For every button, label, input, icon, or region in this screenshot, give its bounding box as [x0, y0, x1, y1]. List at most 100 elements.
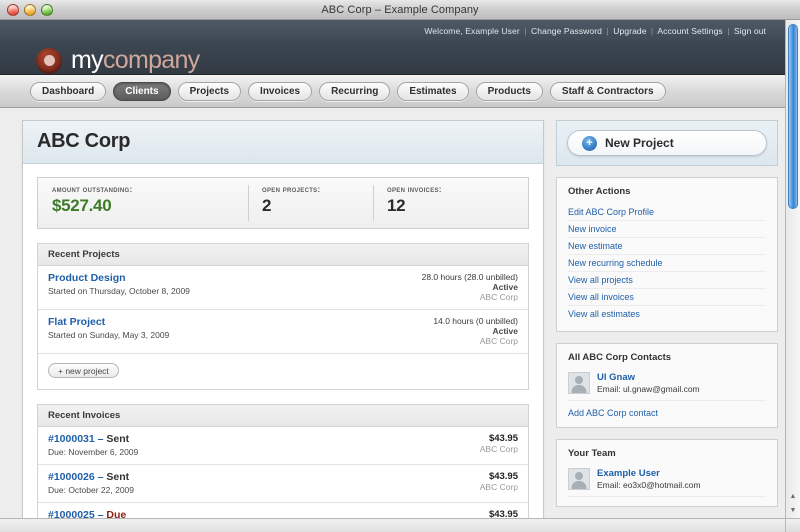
page-header: ABC Corp [23, 121, 543, 164]
tab-products[interactable]: Products [476, 82, 543, 101]
contacts-heading: All ABC Corp Contacts [568, 352, 766, 363]
tab-invoices[interactable]: Invoices [248, 82, 312, 101]
logo-circle-icon [36, 48, 62, 74]
stat-label: Amount Outstanding: [52, 185, 248, 194]
team-member-email: Email: eo3x0@hotmail.com [597, 480, 701, 490]
sign-out-link[interactable]: Sign out [734, 26, 766, 36]
new-estimate-link[interactable]: New estimate [568, 238, 766, 255]
team-heading: Your Team [568, 448, 766, 459]
project-start-date: Started on Sunday, May 3, 2009 [48, 330, 169, 340]
edit-client-profile-link[interactable]: Edit ABC Corp Profile [568, 204, 766, 221]
invoice-dash: – [98, 471, 104, 483]
stat-amount-outstanding: Amount Outstanding: $527.40 [38, 178, 248, 228]
project-status: Active [433, 326, 518, 336]
project-title[interactable]: Flat Project [48, 316, 169, 328]
tab-recurring[interactable]: Recurring [319, 82, 390, 101]
invoice-meta: $43.95 ABC Corp [480, 471, 518, 492]
app-chrome: Welcome, Example User | Change Password … [0, 20, 800, 532]
tab-projects[interactable]: Projects [178, 82, 241, 101]
account-settings-link[interactable]: Account Settings [657, 26, 722, 36]
window-title: ABC Corp – Example Company [0, 4, 800, 16]
project-link[interactable]: Flat Project [48, 316, 105, 328]
main-navigation: Dashboard Clients Projects Invoices Recu… [0, 75, 800, 108]
project-meta: 28.0 hours (28.0 unbilled) Active ABC Co… [422, 272, 518, 302]
new-project-box: + New Project [556, 120, 778, 166]
section-heading: Recent Invoices [38, 405, 528, 427]
contact-link[interactable]: Ul Gnaw [597, 372, 635, 383]
invoice-title[interactable]: #1000026 – Sent [48, 471, 134, 483]
new-project-small-button[interactable]: + new project [48, 363, 119, 378]
invoice-title[interactable]: #1000031 – Sent [48, 433, 138, 445]
view-all-invoices-link[interactable]: View all invoices [568, 289, 766, 306]
view-all-estimates-link[interactable]: View all estimates [568, 306, 766, 322]
new-invoice-link[interactable]: New invoice [568, 221, 766, 238]
upgrade-link[interactable]: Upgrade [613, 26, 646, 36]
link-separator: | [524, 26, 526, 36]
avatar [568, 372, 590, 394]
project-status: Active [422, 282, 518, 292]
contacts-panel: All ABC Corp Contacts Ul Gnaw Email: ul.… [556, 343, 778, 428]
contact-name[interactable]: Ul Gnaw [597, 372, 700, 383]
contact-details: Ul Gnaw Email: ul.gnaw@gmail.com [597, 372, 700, 394]
section-heading: Recent Projects [38, 244, 528, 266]
project-info: Flat Project Started on Sunday, May 3, 2… [48, 316, 169, 340]
tab-estimates[interactable]: Estimates [397, 82, 468, 101]
account-links: Welcome, Example User | Change Password … [424, 26, 766, 36]
tab-clients[interactable]: Clients [113, 82, 170, 101]
table-row[interactable]: Product Design Started on Thursday, Octo… [38, 266, 528, 310]
tab-staff-contractors[interactable]: Staff & Contractors [550, 82, 666, 101]
invoice-link[interactable]: #1000031 [48, 433, 95, 445]
application-window: ABC Corp – Example Company Welcome, Exam… [0, 0, 800, 532]
client-panel: ABC Corp Amount Outstanding: $527.40 Ope… [22, 120, 544, 532]
scrollbar-arrows[interactable]: ▲ ▼ [785, 490, 800, 518]
team-panel: Your Team Example User Email: eo3x0@hotm… [556, 439, 778, 507]
project-link[interactable]: Product Design [48, 272, 126, 284]
team-member-name[interactable]: Example User [597, 468, 701, 479]
recent-projects-section: Recent Projects Product Design Started o… [37, 243, 529, 390]
stat-open-invoices: Open Invoices: 12 [373, 178, 528, 228]
project-hours: 28.0 hours (28.0 unbilled) [422, 272, 518, 282]
section-footer: + new project [38, 354, 528, 390]
add-contact-link[interactable]: Add ABC Corp contact [568, 401, 766, 418]
scroll-up-arrow-icon[interactable]: ▲ [786, 490, 800, 504]
stat-value: 12 [387, 196, 528, 216]
stat-value: 2 [262, 196, 373, 216]
logo-text-company: company [103, 46, 200, 74]
vertical-scrollbar[interactable] [785, 20, 800, 518]
invoice-amount: $43.95 [480, 433, 518, 444]
company-logo[interactable]: mycompany [36, 46, 199, 75]
table-row[interactable]: #1000031 – Sent Due: November 6, 2009 $4… [38, 427, 528, 465]
logo-inner-dot-icon [44, 55, 55, 66]
new-project-button-label: New Project [605, 136, 674, 150]
stat-label: Open Projects: [262, 185, 373, 194]
invoice-info: #1000026 – Sent Due: October 22, 2009 [48, 471, 134, 495]
scroll-down-arrow-icon[interactable]: ▼ [786, 504, 800, 518]
project-hours: 14.0 hours (0 unbilled) [433, 316, 518, 326]
new-recurring-schedule-link[interactable]: New recurring schedule [568, 255, 766, 272]
stat-open-projects: Open Projects: 2 [248, 178, 373, 228]
list-item[interactable]: Example User Email: eo3x0@hotmail.com [568, 466, 766, 497]
status-badge: Sent [106, 433, 129, 445]
project-start-date: Started on Thursday, October 8, 2009 [48, 286, 190, 296]
project-title[interactable]: Product Design [48, 272, 190, 284]
table-row[interactable]: Flat Project Started on Sunday, May 3, 2… [38, 310, 528, 354]
change-password-link[interactable]: Change Password [531, 26, 602, 36]
view-all-projects-link[interactable]: View all projects [568, 272, 766, 289]
new-project-button[interactable]: + New Project [567, 130, 767, 156]
brand-bar: Welcome, Example User | Change Password … [0, 20, 800, 75]
window-resize-handle[interactable] [785, 518, 800, 532]
list-item[interactable]: Ul Gnaw Email: ul.gnaw@gmail.com [568, 370, 766, 401]
plus-icon: + [582, 136, 597, 151]
invoice-link[interactable]: #1000026 [48, 471, 95, 483]
invoice-due-date: Due: November 6, 2009 [48, 447, 138, 457]
table-row[interactable]: #1000026 – Sent Due: October 22, 2009 $4… [38, 465, 528, 503]
stat-label: Open Invoices: [387, 185, 528, 194]
other-actions-heading: Other Actions [568, 186, 766, 197]
team-member-link[interactable]: Example User [597, 468, 660, 479]
vertical-scrollbar-thumb[interactable] [788, 24, 798, 209]
horizontal-scrollbar[interactable] [0, 518, 785, 532]
tab-dashboard[interactable]: Dashboard [30, 82, 106, 101]
invoice-dash: – [98, 433, 104, 445]
client-stats: Amount Outstanding: $527.40 Open Project… [37, 177, 529, 229]
project-meta: 14.0 hours (0 unbilled) Active ABC Corp [433, 316, 518, 346]
